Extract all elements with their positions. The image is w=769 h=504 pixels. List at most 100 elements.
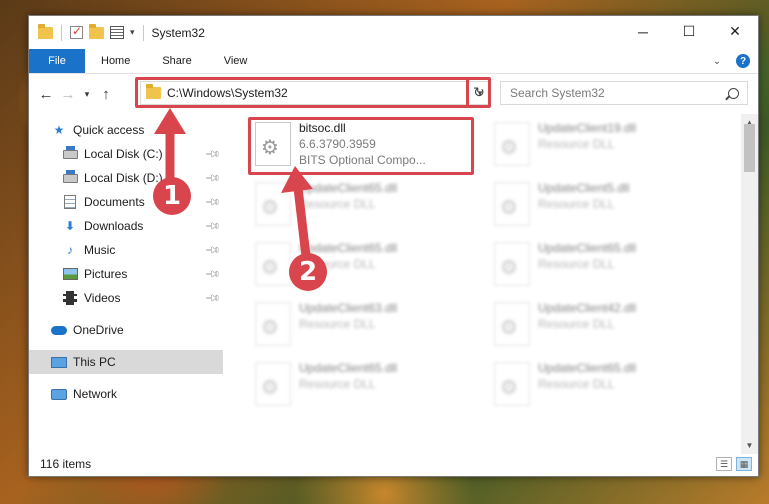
vertical-scrollbar[interactable]: ▲ ▼ (741, 114, 758, 454)
tab-share[interactable]: Share (146, 49, 207, 73)
file-name: UpdateClient42.dll (538, 301, 637, 315)
file-details: UpdateClient5.dll Resource DLL (538, 180, 629, 212)
navigation-pane: ★ Quick access Local Disk (C:) 📌︎ Local … (29, 118, 223, 448)
tab-home[interactable]: Home (85, 49, 146, 73)
forward-arrow-icon[interactable]: → (57, 86, 79, 103)
file-item[interactable]: UpdateClient65.dllResource DLL (487, 236, 709, 292)
sidebar-item-quick-access[interactable]: ★ Quick access (29, 118, 223, 142)
dll-file-icon (255, 242, 291, 286)
sidebar-item-label: This PC (73, 355, 116, 369)
pin-icon[interactable]: 📌︎ (204, 146, 221, 163)
file-details: UpdateClient42.dll Resource DLL (538, 300, 636, 332)
up-arrow-icon[interactable]: ↑ (95, 86, 117, 103)
help-button[interactable]: ? (728, 49, 758, 73)
sidebar-item-onedrive[interactable]: OneDrive (29, 318, 223, 342)
search-icon[interactable] (728, 87, 739, 99)
address-highlight-box (135, 77, 491, 108)
pin-icon[interactable]: 📌︎ (204, 266, 221, 283)
pin-icon[interactable]: 📌︎ (204, 290, 221, 307)
divider (61, 24, 62, 41)
file-details: UpdateClient19.dll Resource DLL (538, 120, 636, 152)
sidebar-item-network[interactable]: Network (29, 382, 223, 406)
music-icon: ♪ (67, 243, 73, 257)
sidebar-item-local-disk-c[interactable]: Local Disk (C:) 📌︎ (29, 142, 223, 166)
expand-ribbon-icon[interactable]: ⌄ (706, 49, 728, 73)
back-arrow-icon[interactable]: ← (35, 86, 57, 103)
file-type: Resource DLL (299, 197, 376, 211)
sidebar-item-videos[interactable]: Videos 📌︎ (29, 286, 223, 310)
tabs-spacer (263, 49, 706, 73)
computer-icon (51, 355, 67, 369)
sidebar-item-music[interactable]: ♪ Music 📌︎ (29, 238, 223, 262)
nav-buttons: ← → ▾ ↑ (29, 86, 117, 103)
address-row: ← → ▾ ↑ C:\Windows\System32 ▾ ↻ Search S… (29, 74, 758, 114)
drive-icon (62, 169, 78, 185)
file-details: UpdateClient65.dll Resource DLL (299, 360, 397, 392)
file-type: Resource DLL (538, 197, 615, 211)
search-box[interactable]: Search System32 (500, 81, 748, 105)
sidebar-item-label: Local Disk (D:) (84, 171, 163, 185)
large-icons-view-icon[interactable]: ▦ (736, 457, 752, 471)
sidebar-item-local-disk-d[interactable]: Local Disk (D:) 📌︎ (29, 166, 223, 190)
file-item[interactable]: UpdateClient65.dll Resource DLL (487, 356, 709, 412)
file-name: UpdateClient65.dll (299, 361, 398, 375)
tab-view[interactable]: View (208, 49, 264, 73)
file-item[interactable]: UpdateClient63.dll Resource DLL (248, 296, 470, 352)
file-name: UpdateClient19.dll (538, 121, 637, 135)
new-folder-icon[interactable] (89, 23, 104, 39)
sidebar-item-pictures[interactable]: Pictures 📌︎ (29, 262, 223, 286)
sidebar-item-label: Quick access (73, 123, 145, 137)
dll-file-icon (494, 122, 530, 166)
close-button[interactable]: ✕ (712, 16, 758, 47)
explorer-window: ▾ System32 ─ ☐ ✕ File Home Share View ⌄ … (28, 15, 759, 477)
dll-file-icon (255, 362, 291, 406)
file-item[interactable]: UpdateClient65.dllResource DLL (248, 236, 470, 292)
video-icon (62, 291, 78, 305)
item-count: 116 items (40, 457, 92, 471)
minimize-button[interactable]: ─ (620, 16, 666, 47)
pictures-icon (62, 267, 78, 281)
sidebar-item-downloads[interactable]: ⬇ Downloads 📌︎ (29, 214, 223, 238)
ribbon-tabs: File Home Share View ⌄ ? (29, 49, 758, 74)
pin-icon[interactable]: 📌︎ (204, 194, 221, 211)
window-controls: ─ ☐ ✕ (620, 16, 758, 47)
folder-icon (38, 23, 53, 39)
sidebar-item-documents[interactable]: Documents 📌︎ (29, 190, 223, 214)
file-item[interactable]: UpdateClient5.dll Resource DLL (487, 176, 709, 232)
file-details: UpdateClient63.dll Resource DLL (299, 300, 397, 332)
file-details: UpdateClient65.dll Resource DLL (538, 360, 636, 392)
dll-file-icon (494, 362, 530, 406)
properties-icon[interactable] (110, 26, 124, 39)
file-item[interactable]: UpdateClient65.dllResource DLL (248, 356, 470, 412)
pin-icon[interactable]: 📌︎ (204, 218, 221, 235)
file-type: Resource DLL (538, 317, 615, 331)
refresh-icon[interactable]: ↻ (471, 84, 487, 102)
tab-file[interactable]: File (29, 49, 85, 73)
divider (142, 24, 144, 41)
maximize-button[interactable]: ☐ (666, 16, 712, 47)
pin-icon[interactable]: 📌︎ (204, 170, 221, 187)
search-input[interactable]: Search System32 (510, 86, 605, 100)
file-item[interactable]: UpdateClient65.dllResource DLL (248, 176, 470, 232)
view-toggles: ☰ ▦ (716, 457, 752, 471)
download-icon: ⬇ (64, 219, 76, 233)
dll-file-icon (494, 182, 530, 226)
dll-file-icon (494, 242, 530, 286)
file-item[interactable]: UpdateClient42.dll Resource DLL (487, 296, 709, 352)
properties-check-icon[interactable] (70, 24, 83, 39)
recent-dropdown-icon[interactable]: ▾ (79, 89, 95, 100)
step-2-badge: 2 (289, 253, 327, 291)
file-name: UpdateClient65.dll (538, 361, 637, 375)
window-title: System32 (151, 25, 205, 40)
pin-icon[interactable]: 📌︎ (204, 242, 221, 259)
dll-file-icon (494, 302, 530, 346)
file-type: Resource DLL (538, 377, 615, 391)
details-view-icon[interactable]: ☰ (716, 457, 732, 471)
customize-dropdown-icon[interactable]: ▾ (130, 27, 135, 38)
scroll-thumb[interactable] (744, 124, 755, 172)
file-item[interactable]: UpdateClient19.dll Resource DLL (487, 116, 709, 172)
cloud-icon (51, 323, 67, 337)
sidebar-item-this-pc[interactable]: This PC (29, 350, 223, 374)
